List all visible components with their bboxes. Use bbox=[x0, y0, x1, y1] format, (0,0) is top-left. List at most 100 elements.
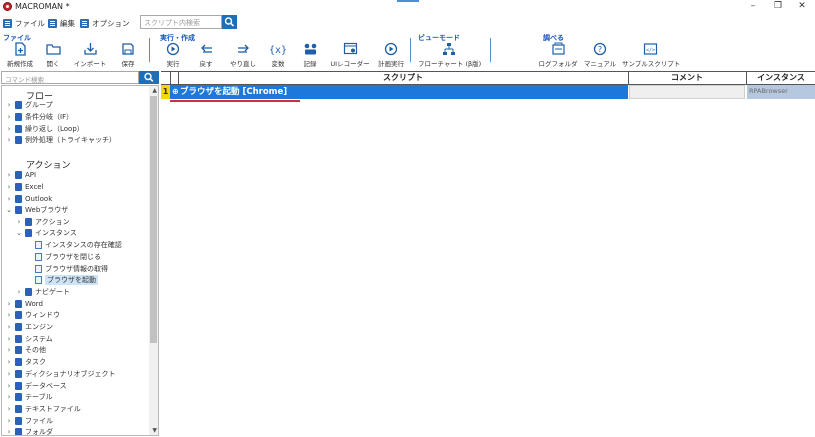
column-divider bbox=[170, 72, 171, 85]
chevron-right-icon[interactable]: › bbox=[5, 393, 13, 401]
tree-item-excel[interactable]: › Excel bbox=[5, 181, 44, 192]
column-header-comment[interactable]: コメント bbox=[629, 72, 745, 85]
chevron-right-icon[interactable]: › bbox=[5, 183, 13, 191]
tree-item-close-browser[interactable]: ブラウザを閉じる bbox=[35, 251, 101, 262]
tree-item-dictionary[interactable]: › ディクショナリオブジェクト bbox=[5, 368, 116, 379]
chevron-right-icon[interactable]: › bbox=[5, 311, 13, 319]
open-folder-icon bbox=[45, 44, 61, 55]
scroll-down-icon[interactable]: ▼ bbox=[152, 427, 157, 434]
command-search-button[interactable] bbox=[139, 71, 159, 84]
table-row[interactable]: 1 ⊕ブラウザを起動 [Chrome] RPABrowser bbox=[161, 85, 815, 102]
row-instance-cell[interactable]: RPABrowser bbox=[747, 85, 815, 99]
chevron-right-icon[interactable]: › bbox=[15, 218, 23, 226]
script-search-input[interactable]: スクリプト内検索 bbox=[140, 15, 222, 29]
menu-file[interactable]: ファイル bbox=[3, 17, 45, 29]
manual-button[interactable]: ? マニュアル bbox=[581, 42, 619, 68]
tree-item-browser-info[interactable]: ブラウザ情報の取得 bbox=[35, 263, 108, 274]
command-icon bbox=[15, 124, 22, 133]
chevron-down-icon[interactable]: ⌄ bbox=[15, 229, 23, 237]
chevron-right-icon[interactable]: › bbox=[5, 346, 13, 354]
tree-item-system[interactable]: › システム bbox=[5, 333, 53, 344]
command-icon bbox=[15, 381, 22, 390]
tree-item-file[interactable]: › ファイル bbox=[5, 415, 53, 426]
open-button[interactable]: 開く bbox=[34, 42, 72, 68]
tree-item-instance-exists[interactable]: インスタンスの存在確認 bbox=[35, 239, 122, 250]
tree-item-web-browser[interactable]: ⌄ Webブラウザ bbox=[5, 204, 68, 215]
chevron-right-icon[interactable]: › bbox=[5, 382, 13, 390]
tree-item-table[interactable]: › テーブル bbox=[5, 391, 53, 402]
chevron-right-icon[interactable]: › bbox=[5, 323, 13, 331]
row-script-text: ブラウザを起動 [Chrome] bbox=[180, 87, 288, 97]
tree-item-try-catch[interactable]: › 例外処理（トライキャッチ） bbox=[5, 134, 116, 145]
manual-label: マニュアル bbox=[583, 60, 617, 68]
ui-recorder-button[interactable]: UIレコーダー bbox=[326, 42, 374, 68]
tree-item-loop[interactable]: › 繰り返し（Loop） bbox=[5, 123, 84, 134]
tree-item-other[interactable]: › その他 bbox=[5, 344, 46, 355]
chevron-right-icon[interactable]: › bbox=[5, 335, 13, 343]
log-folder-button[interactable]: ログフォルダ bbox=[537, 42, 579, 68]
chevron-right-icon[interactable]: › bbox=[5, 171, 13, 179]
tree-item-if[interactable]: › 条件分岐（IF） bbox=[5, 111, 73, 122]
script-search-button[interactable] bbox=[222, 15, 237, 29]
record-button[interactable]: 記録 bbox=[291, 42, 329, 68]
import-button[interactable]: インポート bbox=[71, 42, 109, 68]
chevron-right-icon[interactable]: › bbox=[5, 113, 13, 121]
sample-script-button[interactable]: </> サンプルスクリプト bbox=[622, 42, 680, 68]
chevron-right-icon[interactable]: › bbox=[5, 428, 13, 436]
command-search-input[interactable]: コマンド検索 bbox=[1, 71, 139, 84]
command-icon bbox=[15, 392, 22, 401]
undo-button[interactable]: 戻す bbox=[187, 42, 225, 68]
tree-item-word[interactable]: › Word bbox=[5, 298, 43, 309]
menu-edit[interactable]: 編集 bbox=[48, 17, 75, 29]
save-button[interactable]: 保存 bbox=[109, 42, 147, 68]
chevron-right-icon[interactable]: › bbox=[15, 288, 23, 296]
tree-item-navigate[interactable]: › ナビゲート bbox=[15, 286, 70, 297]
tree-item-engine[interactable]: › エンジン bbox=[5, 321, 53, 332]
close-button[interactable]: ✕ bbox=[789, 0, 815, 14]
scroll-up-icon[interactable]: ▲ bbox=[152, 87, 157, 94]
flowchart-button[interactable]: フローチャート (β版) bbox=[418, 42, 481, 68]
tree-scrollbar[interactable]: ▲ ▼ bbox=[149, 86, 158, 435]
ui-recorder-label: UIレコーダー bbox=[330, 60, 370, 68]
row-script-cell[interactable]: ⊕ブラウザを起動 [Chrome] bbox=[170, 85, 628, 99]
chevron-right-icon[interactable]: › bbox=[5, 417, 13, 425]
chevron-right-icon[interactable]: › bbox=[5, 370, 13, 378]
chevron-right-icon[interactable]: › bbox=[5, 195, 13, 203]
maximize-button[interactable]: ❐ bbox=[765, 0, 791, 14]
menu-options[interactable]: オプション bbox=[80, 17, 130, 29]
chevron-right-icon[interactable]: › bbox=[5, 300, 13, 308]
tree-item-outlook[interactable]: › Outlook bbox=[5, 193, 52, 204]
tree-item-database[interactable]: › データベース bbox=[5, 380, 67, 391]
command-icon bbox=[15, 369, 22, 378]
column-header-script[interactable]: スクリプト bbox=[178, 72, 628, 85]
chevron-right-icon[interactable]: › bbox=[5, 125, 13, 133]
tree-item-group[interactable]: › グループ bbox=[5, 99, 53, 110]
chevron-right-icon[interactable]: › bbox=[5, 101, 13, 109]
chevron-right-icon[interactable]: › bbox=[5, 405, 13, 413]
tree-item-task[interactable]: › タスク bbox=[5, 356, 46, 367]
import-icon bbox=[83, 43, 97, 55]
tree-item-window[interactable]: › ウィンドウ bbox=[5, 309, 60, 320]
scheduled-run-button[interactable]: 計画実行 bbox=[372, 42, 410, 68]
menu-options-label: オプション bbox=[92, 18, 130, 28]
tree-item-folder[interactable]: › フォルダ bbox=[5, 426, 53, 436]
grid-header: スクリプト コメント インスタンス bbox=[161, 71, 815, 85]
tree-item-web-action[interactable]: › アクション bbox=[15, 216, 70, 227]
tree-scroll-thumb[interactable] bbox=[150, 96, 157, 343]
chevron-right-icon[interactable]: › bbox=[5, 358, 13, 366]
minimize-button[interactable]: – bbox=[740, 0, 766, 14]
ribbon-separator bbox=[149, 38, 150, 62]
tree-item-launch-browser[interactable]: ブラウザを起動 bbox=[35, 274, 98, 285]
chevron-down-icon[interactable]: ⌄ bbox=[5, 206, 13, 214]
redo-button[interactable]: やり直し bbox=[224, 42, 262, 68]
chevron-right-icon[interactable]: › bbox=[5, 136, 13, 144]
column-header-instance[interactable]: インスタンス bbox=[747, 72, 815, 85]
flowchart-icon bbox=[443, 43, 455, 55]
row-comment-cell[interactable] bbox=[629, 85, 745, 99]
tree-item-web-instance[interactable]: ⌄ インスタンス bbox=[15, 227, 77, 238]
menu-edit-label: 編集 bbox=[60, 18, 75, 28]
tree-item-api[interactable]: › API bbox=[5, 169, 36, 180]
command-icon bbox=[15, 205, 22, 214]
record-label: 記録 bbox=[303, 60, 317, 68]
tree-item-text-file[interactable]: › テキストファイル bbox=[5, 403, 81, 414]
